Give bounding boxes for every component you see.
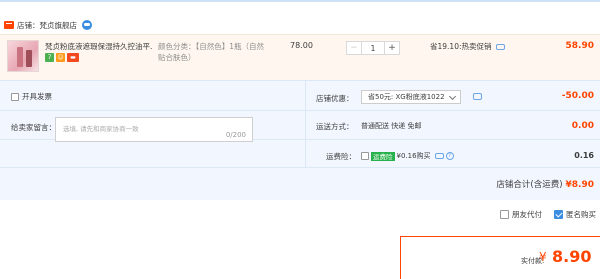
- shipping-method: 普通配送 快递 免邮: [361, 122, 422, 130]
- insurance-help: ?: [434, 152, 454, 160]
- shipping-label: 运送方式：: [316, 122, 354, 131]
- order-extras-panel: 开具发票 给卖家留言： 选填, 请先和商家协商一致 0/200 店铺优惠： 省5…: [0, 80, 600, 200]
- promotion-text: 省19.10:热卖促销: [430, 42, 492, 51]
- shop-icon: [4, 21, 14, 29]
- chevron-down-icon: [448, 92, 457, 101]
- shop-total: 店铺合计(含运费) ¥8.90: [496, 178, 594, 190]
- coupon-label: 店铺优惠：: [316, 94, 354, 103]
- insurance-checkbox[interactable]: [361, 152, 369, 160]
- help-icon[interactable]: ?: [445, 152, 454, 160]
- unit-price: 78.00: [290, 41, 313, 50]
- shop-name[interactable]: 店铺：梵贞旗舰店: [17, 20, 77, 31]
- shop-total-amount: ¥8.90: [565, 180, 594, 190]
- shop-header: 店铺：梵贞旗舰店: [4, 18, 92, 32]
- friend-pay-option[interactable]: 朋友代付: [500, 209, 542, 220]
- coupon-value: 省50元: XG粉底液1022: [368, 93, 445, 101]
- card-icon: ▬: [67, 53, 79, 62]
- quantity-input[interactable]: 1: [362, 41, 384, 55]
- insurance-price: ¥0.16购买: [396, 152, 431, 160]
- decrease-button[interactable]: −: [346, 41, 362, 55]
- message-placeholder: 选填, 请先和商家协商一致: [63, 125, 139, 133]
- shop-total-label: 店铺合计(含运费): [496, 180, 563, 190]
- row-divider: [0, 110, 600, 111]
- insurance-amount: 0.16: [574, 151, 594, 160]
- insurance-tag: 运费险: [371, 151, 395, 161]
- promotion-info: 省19.10:热卖促销: [430, 41, 505, 52]
- service-icon: ☺: [56, 53, 65, 62]
- payment-amount: 8.90: [552, 247, 592, 266]
- seller-message-input[interactable]: 选填, 请先和商家协商一致 0/200: [55, 117, 253, 142]
- column-divider: [305, 81, 306, 167]
- product-title[interactable]: 梵贞粉底液遮瑕保湿持久控油平...: [45, 41, 153, 52]
- coupon-info-icon[interactable]: [473, 93, 482, 100]
- payment-summary: 实付款: ¥ 8.90: [400, 236, 600, 279]
- coupon-amount: -50.00: [561, 91, 594, 101]
- top-divider: [0, 0, 600, 2]
- message-label: 给卖家留言：: [11, 123, 56, 132]
- insurance-option: 运费险 ¥0.16购买 ?: [361, 151, 454, 161]
- product-spec: 颜色分类：【自然色】1瓶（自然贴合肤色）: [158, 42, 265, 62]
- friend-pay-checkbox[interactable]: [500, 210, 509, 219]
- service-badges: 7 ☺ ▬: [45, 53, 79, 62]
- promo-info-icon[interactable]: [495, 43, 505, 50]
- increase-button[interactable]: +: [384, 41, 400, 55]
- message-char-count: 0/200: [225, 131, 246, 139]
- currency-symbol: ¥: [539, 250, 547, 264]
- friend-pay-label: 朋友代付: [512, 210, 542, 219]
- product-thumbnail[interactable]: [7, 40, 39, 72]
- invoice-label: 开具发票: [22, 92, 52, 101]
- chat-icon[interactable]: [82, 20, 92, 30]
- invoice-option[interactable]: 开具发票: [11, 91, 52, 102]
- anonymous-label: 匿名购买: [566, 210, 596, 219]
- insurance-label: 运费险：: [326, 152, 356, 161]
- anonymous-option[interactable]: 匿名购买: [554, 209, 596, 220]
- coupon-select[interactable]: 省50元: XG粉底液1022: [361, 90, 461, 104]
- invoice-checkbox[interactable]: [11, 92, 19, 101]
- quantity-stepper: − 1 +: [346, 41, 400, 55]
- seven-day-return-icon: 7: [45, 53, 54, 62]
- anonymous-checkbox[interactable]: [554, 210, 563, 219]
- order-item-row: 梵贞粉底液遮瑕保湿持久控油平... 7 ☺ ▬ 颜色分类：【自然色】1瓶（自然贴…: [0, 34, 600, 80]
- insurance-chat-icon[interactable]: [434, 153, 444, 159]
- row-divider: [0, 167, 600, 168]
- item-subtotal: 58.90: [565, 41, 594, 51]
- payment-options: 朋友代付 匿名购买: [500, 209, 596, 220]
- shipping-amount: 0.00: [571, 121, 594, 131]
